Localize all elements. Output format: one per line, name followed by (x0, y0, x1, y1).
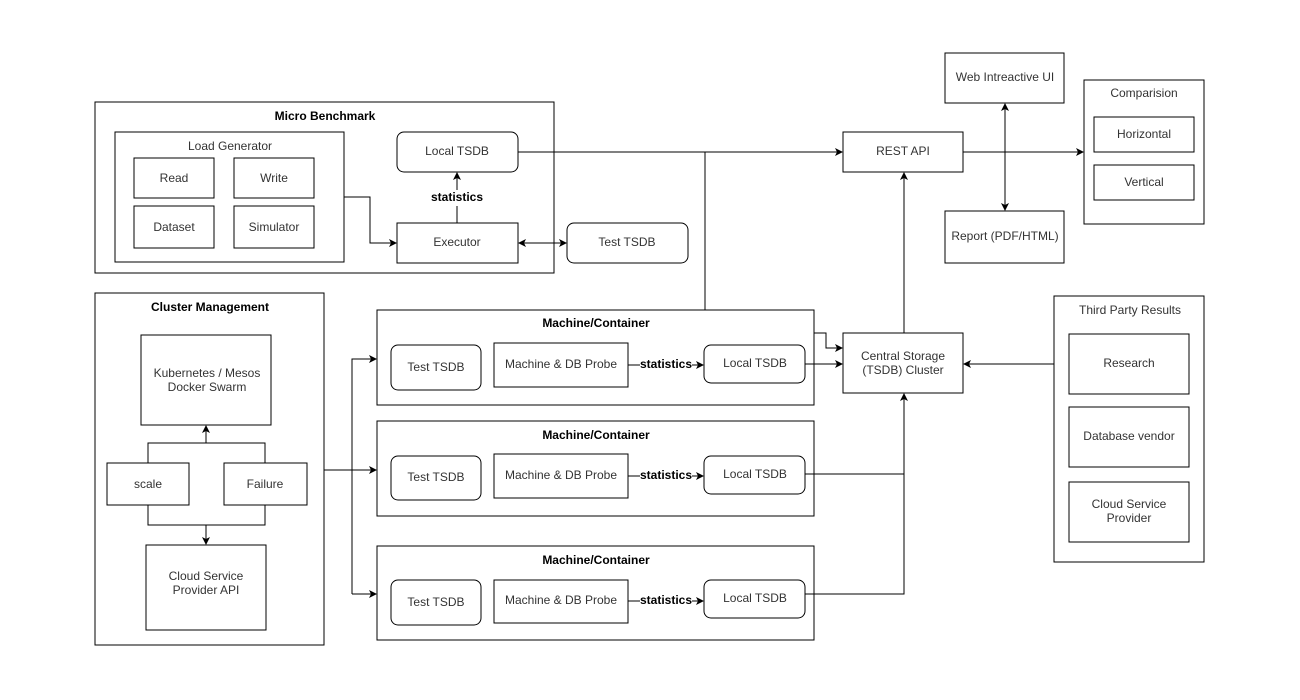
orchestrator-line2: Docker Swarm (168, 380, 247, 394)
mb-local-tsdb-node: Local TSDB (425, 144, 489, 158)
machine-probe: Machine & DB Probe (505, 468, 617, 482)
machine-statistics-label: statistics (640, 468, 692, 482)
comparision-group: Comparision Horizontal Vertical (1083, 79, 1205, 225)
cluster-management-group: Cluster Management Kubernetes / Mesos Do… (94, 292, 325, 646)
orchestrator-line1: Kubernetes / Mesos (154, 366, 261, 380)
web-ui-node: Web Intreactive UI (956, 70, 1054, 84)
cloud-provider-line1: Cloud Service (1092, 497, 1167, 511)
machine-local-tsdb: Local TSDB (723, 356, 787, 370)
third-party-title: Third Party Results (1079, 303, 1181, 317)
database-vendor-node: Database vendor (1083, 429, 1174, 443)
cloud-api-line2: Provider API (173, 583, 240, 597)
machine-test-tsdb: Test TSDB (407, 595, 464, 609)
third-party-group: Third Party Results Research Database ve… (1053, 295, 1205, 563)
micro-benchmark-group: Micro Benchmark Load Generator Read Writ… (94, 101, 555, 274)
vertical-node: Vertical (1124, 175, 1163, 189)
research-node: Research (1103, 356, 1154, 370)
central-storage-line2: (TSDB) Cluster (862, 363, 943, 377)
machine-local-tsdb: Local TSDB (723, 467, 787, 481)
architecture-diagram: Micro Benchmark Load Generator Read Writ… (94, 52, 1205, 646)
cloud-api-line1: Cloud Service (169, 569, 244, 583)
dataset-node: Dataset (153, 220, 195, 234)
machine-probe: Machine & DB Probe (505, 593, 617, 607)
cluster-management-title: Cluster Management (151, 300, 269, 314)
simulator-node: Simulator (249, 220, 300, 234)
machine-local-tsdb: Local TSDB (723, 591, 787, 605)
write-node: Write (260, 171, 288, 185)
machine-test-tsdb: Test TSDB (407, 360, 464, 374)
cloud-provider-line2: Provider (1107, 511, 1152, 525)
machine-title: Machine/Container (542, 316, 650, 330)
scale-node: scale (134, 477, 162, 491)
mb-statistics-label: statistics (431, 190, 483, 204)
machine-title: Machine/Container (542, 428, 650, 442)
comparision-title: Comparision (1110, 86, 1177, 100)
machine-probe: Machine & DB Probe (505, 357, 617, 371)
report-node: Report (PDF/HTML) (951, 229, 1058, 243)
load-generator-title: Load Generator (188, 139, 272, 153)
micro-benchmark-title: Micro Benchmark (275, 109, 376, 123)
central-storage-line1: Central Storage (861, 349, 945, 363)
machine-statistics-label: statistics (640, 593, 692, 607)
machine-container-1: Machine/Container Test TSDB Machine & DB… (376, 309, 815, 406)
horizontal-node: Horizontal (1117, 127, 1171, 141)
machine-test-tsdb: Test TSDB (407, 470, 464, 484)
failure-node: Failure (247, 477, 284, 491)
executor-node: Executor (433, 235, 480, 249)
mb-test-tsdb-node: Test TSDB (598, 235, 655, 249)
rest-api-node: REST API (876, 144, 930, 158)
machine-container-2: Machine/Container Test TSDB Machine & DB… (376, 420, 815, 517)
machine-title: Machine/Container (542, 553, 650, 567)
machine-statistics-label: statistics (640, 357, 692, 371)
machine-container-3: Machine/Container Test TSDB Machine & DB… (376, 545, 815, 641)
read-node: Read (160, 171, 189, 185)
